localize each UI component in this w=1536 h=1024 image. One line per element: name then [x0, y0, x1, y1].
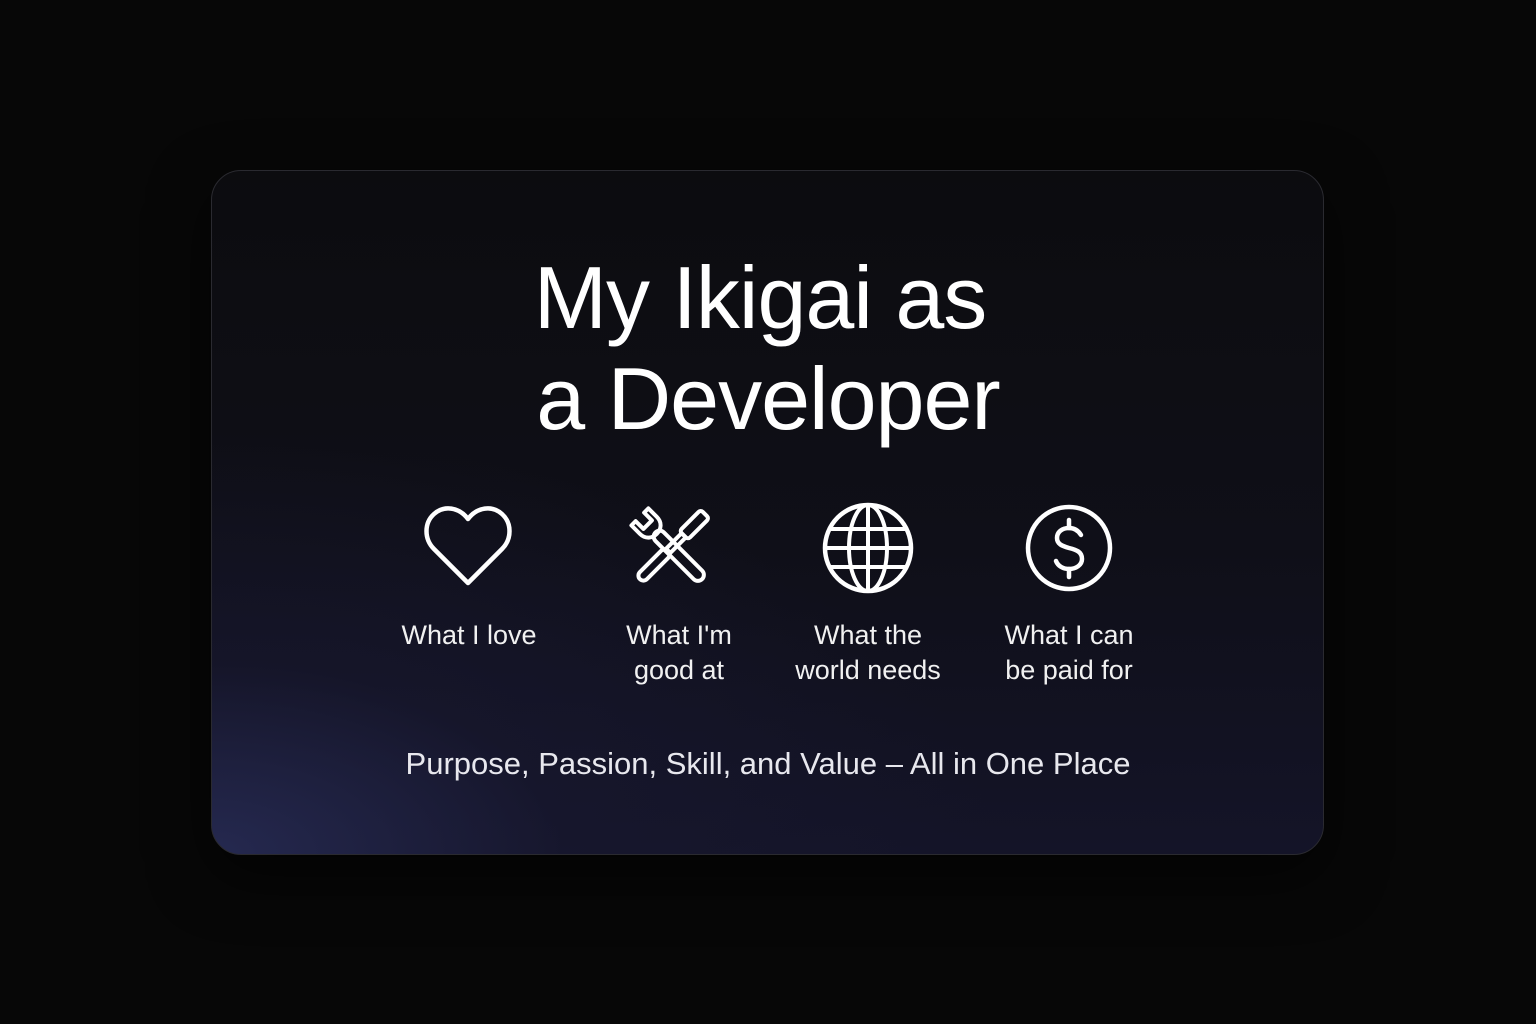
label-what-i-love: What I love: [401, 620, 537, 650]
heart-icon: [420, 500, 516, 596]
tagline: Purpose, Passion, Skill, and Value – All…: [405, 746, 1131, 781]
dollar-icon: [1021, 500, 1117, 596]
label-what-the-world-needs: What the world needs: [795, 620, 941, 685]
globe-icon: [820, 500, 916, 596]
label-what-im-good-at: What I'm good at: [626, 620, 732, 685]
label-what-i-can-be-paid-for: What I can be paid for: [1004, 620, 1134, 685]
title-line-2: a Developer: [536, 349, 1001, 448]
tools-icon: [623, 500, 719, 596]
title-line-1: My Ikigai as: [533, 248, 988, 347]
